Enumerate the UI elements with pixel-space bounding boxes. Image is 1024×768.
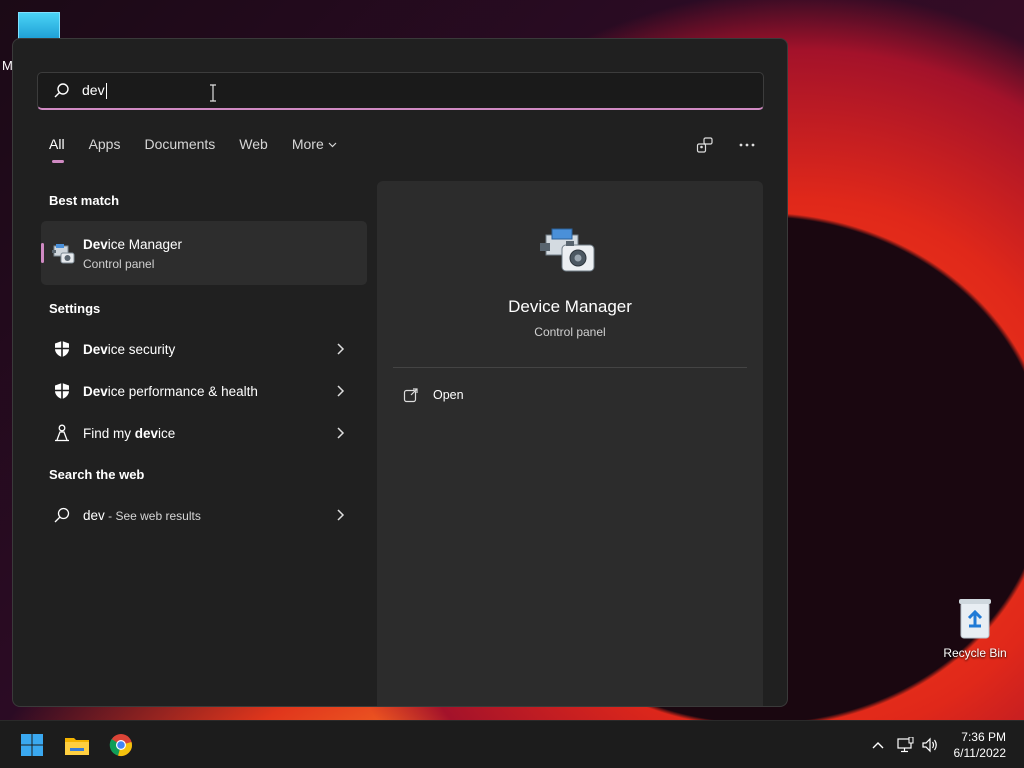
chevron-right-icon xyxy=(337,427,345,439)
result-preview-pane: Device Manager Control panel Open xyxy=(377,181,763,706)
result-find-my-device[interactable]: Find my device xyxy=(41,414,367,452)
chevron-down-icon xyxy=(328,140,337,151)
settings-heading: Settings xyxy=(49,301,101,316)
divider xyxy=(393,367,747,368)
device-manager-icon xyxy=(52,244,75,264)
windows-start-icon[interactable] xyxy=(18,731,46,759)
share-icon[interactable] xyxy=(695,135,715,155)
search-panel: dev All Apps Documents Web More Best mat… xyxy=(12,38,788,707)
taskbar: 7:36 PM 6/11/2022 xyxy=(0,720,1024,768)
volume-icon[interactable] xyxy=(920,735,940,755)
file-explorer-icon[interactable] xyxy=(63,731,91,759)
shield-icon xyxy=(53,340,71,358)
preview-subtitle: Control panel xyxy=(534,325,606,339)
shield-icon xyxy=(53,382,71,400)
open-external-icon xyxy=(403,388,418,403)
preview-title: Device Manager xyxy=(508,297,632,316)
system-clock[interactable]: 7:36 PM 6/11/2022 xyxy=(954,729,1007,761)
chrome-icon[interactable] xyxy=(107,731,135,759)
best-match-device-manager[interactable]: Device Manager Control panel xyxy=(41,221,367,285)
more-options-icon[interactable] xyxy=(737,135,757,155)
search-icon xyxy=(54,82,69,97)
best-match-title: Device Manager xyxy=(83,237,183,252)
clock-date: 6/11/2022 xyxy=(953,746,1007,760)
result-label: Device performance & health xyxy=(83,383,258,399)
tab-documents[interactable]: Documents xyxy=(144,136,215,152)
search-query: dev xyxy=(82,81,107,100)
chevron-right-icon xyxy=(337,509,345,521)
desktop-folder-icon[interactable] xyxy=(18,12,60,40)
open-label: Open xyxy=(433,388,464,402)
recycle-bin-label: Recycle Bin xyxy=(943,646,1007,660)
clock-time: 7:36 PM xyxy=(961,730,1006,744)
search-icon xyxy=(53,506,71,524)
search-input[interactable]: dev xyxy=(37,72,764,110)
chevron-up-icon[interactable] xyxy=(868,735,888,755)
device-manager-icon xyxy=(540,228,595,272)
tab-apps[interactable]: Apps xyxy=(89,136,121,152)
person-location-icon xyxy=(53,424,71,442)
tab-more[interactable]: More xyxy=(292,136,337,152)
recycle-bin-icon xyxy=(957,596,993,640)
best-match-heading: Best match xyxy=(49,193,120,208)
search-web-heading: Search the web xyxy=(49,467,145,482)
chevron-right-icon xyxy=(337,385,345,397)
text-caret xyxy=(105,83,107,100)
search-panel-actions xyxy=(695,135,757,155)
result-label: Find my device xyxy=(83,425,176,441)
search-filter-tabs: All Apps Documents Web More xyxy=(49,136,361,163)
selection-accent xyxy=(41,243,44,263)
network-icon[interactable] xyxy=(895,735,915,755)
open-action[interactable]: Open xyxy=(403,387,464,403)
ibeam-cursor-icon xyxy=(210,84,216,102)
recycle-bin[interactable]: Recycle Bin xyxy=(940,596,1010,660)
best-match-subtitle: Control panel xyxy=(83,257,155,271)
result-label: dev - See web results xyxy=(83,507,201,523)
result-web-search[interactable]: dev - See web results xyxy=(41,496,367,534)
result-device-security[interactable]: Device security xyxy=(41,330,367,368)
tab-web[interactable]: Web xyxy=(239,136,268,152)
chevron-right-icon xyxy=(337,343,345,355)
tab-all[interactable]: All xyxy=(49,136,65,163)
result-device-performance[interactable]: Device performance & health xyxy=(41,372,367,410)
result-label: Device security xyxy=(83,341,176,357)
